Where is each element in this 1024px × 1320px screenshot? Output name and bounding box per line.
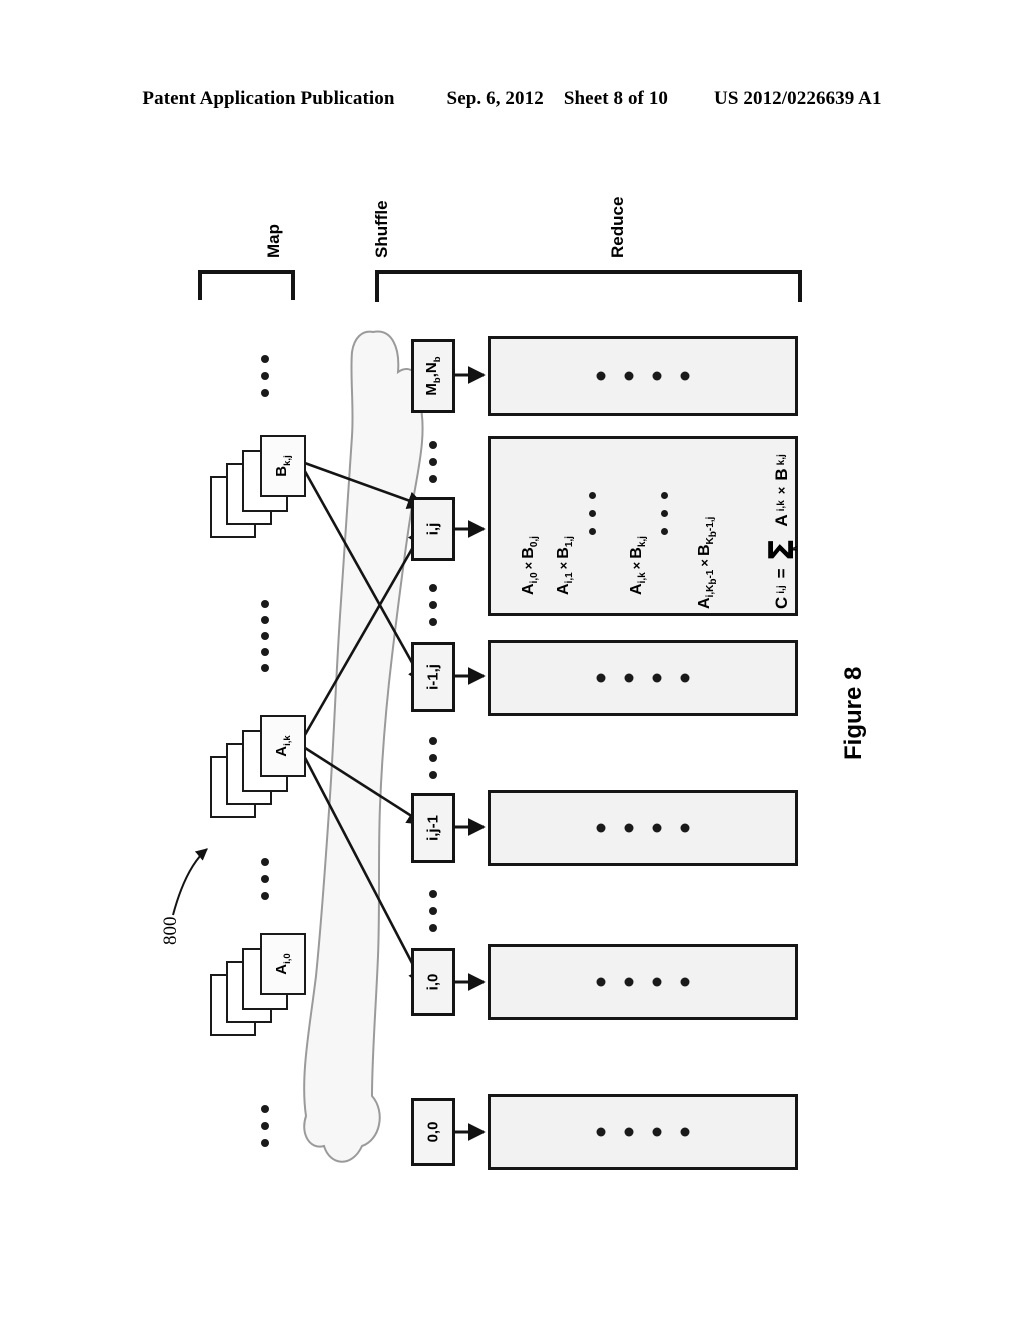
formula-ellipsis-2	[661, 492, 668, 535]
key-label-i-0: i,0	[424, 973, 442, 991]
ellipsis-keys-above-ij	[429, 441, 437, 483]
stack-card-front: Ai,0	[260, 933, 306, 995]
map-phase-bracket	[198, 270, 295, 300]
reduce-key-i-1-j[interactable]: i-1,j	[411, 642, 455, 712]
key-label-i-1-j: i-1,j	[424, 664, 442, 690]
key-label-0-0: 0,0	[424, 1121, 442, 1143]
ellipsis-above-b-stack	[261, 355, 269, 397]
phase-label-map: Map	[264, 224, 283, 258]
reduce-output-box-i-0[interactable]	[488, 944, 798, 1020]
block-label-a-ik: Ai,k	[273, 735, 293, 757]
formula-result-sum: Ci,j = Σ k Ai,k × Bk,j	[762, 454, 802, 609]
ellipsis-keys-ij-to-i1j	[429, 584, 437, 626]
key-to-output-arrows	[454, 366, 486, 1141]
formula-ellipsis-1	[589, 492, 596, 535]
reduce-key-i-j[interactable]: i,j	[411, 497, 455, 561]
output-dots	[596, 1127, 690, 1137]
block-label-a-i0: Ai,0	[273, 953, 293, 975]
reduce-output-box-0-0[interactable]	[488, 1094, 798, 1170]
ellipsis-between-a-blocks	[261, 858, 269, 900]
formula-term-0: Ai,0×B0,j	[520, 536, 541, 595]
stack-card-front: Bk,j	[260, 435, 306, 497]
formula-term-1: Ai,1×B1,j	[555, 536, 576, 595]
phase-label-reduce: Reduce	[608, 196, 627, 258]
stack-card-front: Ai,k	[260, 715, 306, 777]
reduce-key-mb-nb[interactable]: Mb,Nb	[411, 339, 455, 413]
map-block-b-kj-stack: Bk,j	[210, 432, 314, 542]
map-block-a-ik-stack: Ai,k	[210, 712, 314, 822]
ellipsis-between-b-and-a	[261, 600, 269, 672]
reduce-key-i-0[interactable]: i,0	[411, 948, 455, 1016]
output-dots	[596, 823, 690, 833]
figure-caption: Figure 8	[840, 666, 867, 760]
key-label-i-j: i,j	[424, 522, 442, 536]
key-label-i-j-1: i,j-1	[424, 815, 442, 841]
output-dots	[596, 673, 690, 683]
output-dots	[596, 371, 690, 381]
block-label-b-kj: Bk,j	[273, 455, 293, 477]
reduce-phase-bracket	[375, 270, 802, 302]
key-label-mb-nb: Mb,Nb	[423, 356, 443, 396]
reduce-key-i-j-1[interactable]: i,j-1	[411, 793, 455, 863]
figure-8-diagram: Map Shuffle Reduce 800 Bk,j Ai,k Ai,0 Mb…	[0, 0, 1024, 1320]
ellipsis-keys-ij1-to-i0	[429, 890, 437, 932]
reduce-output-box-i-j[interactable]: Ai,0×B0,j Ai,1×B1,j Ai,k×Bk,j Ai,Kb-1×BK…	[488, 436, 802, 616]
shuffle-cloud	[303, 330, 424, 1163]
map-block-a-i0-stack: Ai,0	[210, 930, 314, 1040]
reduce-output-box-i-j-1[interactable]	[488, 790, 798, 866]
reference-numeral-800: 800	[160, 916, 181, 946]
reduce-output-box-mb-nb[interactable]	[488, 336, 798, 416]
reference-leader-line	[172, 848, 208, 916]
formula-term-2: Ai,k×Bk,j	[628, 536, 649, 595]
reduce-output-box-i-1-j[interactable]	[488, 640, 798, 716]
ellipsis-below-a-stack	[261, 1105, 269, 1147]
formula-term-3: Ai,Kb-1×BKb-1,j	[696, 516, 720, 609]
output-dots	[596, 977, 690, 987]
reduce-key-0-0[interactable]: 0,0	[411, 1098, 455, 1166]
phase-label-shuffle: Shuffle	[372, 200, 391, 258]
ellipsis-keys-i1j-to-ij1	[429, 737, 437, 779]
